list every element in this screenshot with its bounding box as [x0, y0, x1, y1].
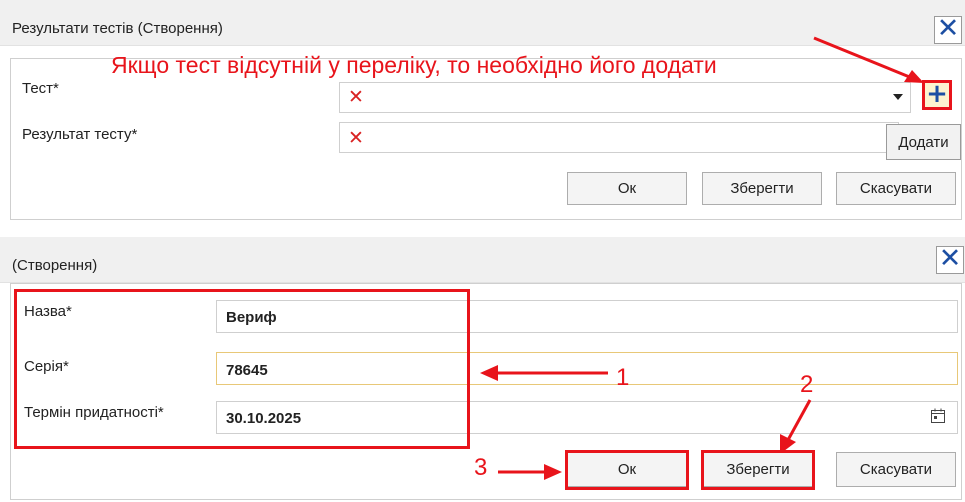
annotation-arrow-1 — [480, 365, 608, 381]
callout-1: 1 — [616, 364, 630, 391]
dialog-separator — [0, 225, 965, 237]
annotation-arrow-3 — [498, 464, 562, 480]
ok-button[interactable]: Ок — [567, 172, 687, 205]
ok-highlight-box — [565, 450, 689, 490]
cancel-button[interactable]: Скасувати — [836, 172, 956, 205]
error-x-icon: ✕ — [348, 86, 364, 108]
save-button[interactable]: Зберегти — [702, 172, 822, 205]
test-label: Тест* — [22, 80, 59, 97]
test-result-label: Результат тесту* — [22, 126, 138, 143]
dialog2-title: (Створення) — [12, 257, 98, 274]
close-icon: ✕ — [938, 243, 962, 274]
save-highlight-box — [701, 450, 815, 490]
dialog2-close-button[interactable]: ✕ — [936, 243, 964, 274]
callout-2: 2 — [800, 371, 814, 398]
dialog1-annotation: Якщо тест відсутній у переліку, то необх… — [111, 52, 717, 78]
annotation-arrow-2 — [780, 399, 812, 454]
test-result-field[interactable] — [339, 122, 899, 153]
calendar-icon[interactable] — [930, 408, 946, 424]
dialog2-titlebar — [0, 237, 965, 283]
annotation-arrow-plus — [813, 36, 924, 83]
add-tooltip: Додати — [886, 124, 961, 160]
close-icon: ✕ — [936, 13, 960, 44]
error-x-icon: ✕ — [348, 127, 364, 149]
dialog1-title: Результати тестів (Створення) — [12, 20, 223, 37]
callout-3: 3 — [474, 454, 488, 481]
fields-highlight-box — [14, 289, 470, 449]
cancel-button[interactable]: Скасувати — [836, 452, 956, 487]
